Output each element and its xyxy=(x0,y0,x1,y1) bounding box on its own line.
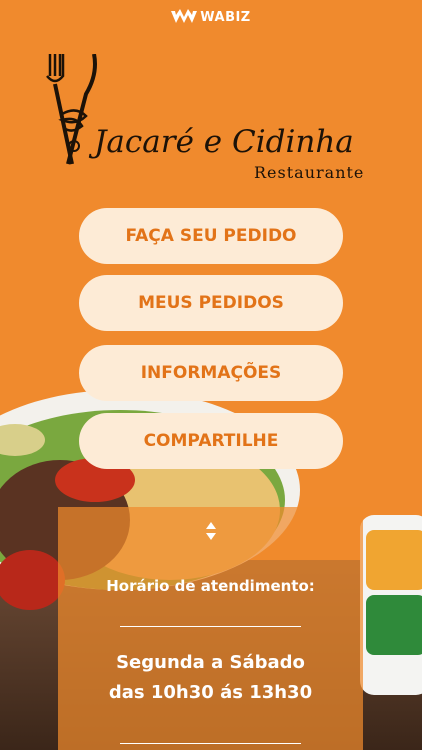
order-button[interactable]: FAÇA SEU PEDIDO xyxy=(79,208,343,264)
hours-days: Segunda a Sábado xyxy=(116,652,305,673)
divider xyxy=(120,626,301,627)
wabiz-mark-icon xyxy=(171,9,198,23)
expand-toggle-icon[interactable] xyxy=(205,521,217,541)
divider xyxy=(120,743,301,744)
my-orders-button[interactable]: MEUS PEDIDOS xyxy=(79,275,343,331)
hours-times: das 10h30 ás 13h30 xyxy=(108,682,313,703)
fork-knife-icon xyxy=(46,54,97,165)
hours-title: Horário de atendimento: xyxy=(106,577,315,595)
information-button[interactable]: INFORMAÇÕES xyxy=(79,345,343,401)
restaurant-logo: Jacaré e Cidinha Restaurante xyxy=(36,54,386,194)
restaurant-subtitle: Restaurante xyxy=(254,163,365,182)
opening-hours-panel: Horário de atendimento: Segunda a Sábado… xyxy=(58,507,363,750)
app-screen: WABIZ Jacaré e Cidinha Restaurante FAÇA … xyxy=(0,0,422,750)
wabiz-logo: WABIZ xyxy=(171,9,251,25)
share-button[interactable]: COMPARTILHE xyxy=(79,413,343,469)
top-bar: WABIZ xyxy=(0,0,422,40)
restaurant-name: Jacaré e Cidinha xyxy=(94,124,354,160)
wabiz-brand-label: WABIZ xyxy=(200,9,251,25)
